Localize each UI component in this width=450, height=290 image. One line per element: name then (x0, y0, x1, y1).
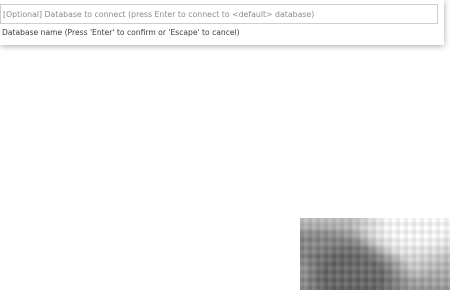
database-name-input[interactable] (1, 5, 437, 23)
quick-input-message: Database name (Press 'Enter' to confirm … (2, 28, 240, 37)
editor-background: Database name (Press 'Enter' to confirm … (0, 0, 450, 290)
blurred-thumbnail-image (300, 218, 450, 290)
database-input-box[interactable] (0, 4, 438, 24)
pixelation-overlay (300, 218, 450, 290)
quick-input-widget: Database name (Press 'Enter' to confirm … (0, 0, 444, 45)
